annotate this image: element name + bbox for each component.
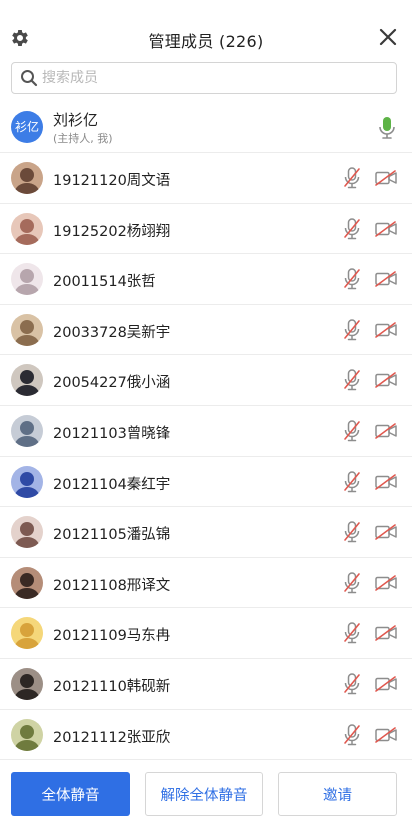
member-name: 20121112张亚欣 — [53, 729, 171, 746]
member-name: 20121104秦红宇 — [53, 476, 171, 493]
member-name: 19125202杨翊翔 — [53, 223, 171, 240]
camera-off-icon[interactable] — [375, 676, 397, 692]
member-row[interactable]: 20121112张亚欣 — [0, 710, 412, 761]
camera-off-icon[interactable] — [375, 423, 397, 439]
microphone-muted-icon[interactable] — [343, 723, 361, 746]
member-role: (主持人, 我) — [53, 132, 113, 145]
avatar — [11, 263, 43, 296]
microphone-muted-icon[interactable] — [343, 217, 361, 240]
member-row[interactable]: 20054227俄小涵 — [0, 355, 412, 406]
member-name: 刘衫亿 — [53, 111, 99, 129]
camera-off-icon[interactable] — [375, 170, 397, 186]
avatar — [11, 617, 43, 650]
camera-off-icon[interactable] — [375, 574, 397, 591]
avatar — [11, 364, 43, 397]
member-name: 20121105潘弘锦 — [53, 527, 171, 544]
microphone-muted-icon[interactable] — [343, 268, 361, 290]
search-icon — [21, 70, 38, 87]
microphone-on-icon[interactable] — [378, 116, 396, 140]
member-row[interactable]: 20121109马东冉 — [0, 608, 412, 659]
member-name: 20121103曾晓锋 — [53, 425, 171, 442]
avatar — [11, 718, 43, 751]
microphone-muted-icon[interactable] — [343, 167, 361, 189]
camera-off-icon[interactable] — [375, 321, 397, 338]
member-name: 20054227俄小涵 — [53, 375, 171, 392]
camera-off-icon[interactable] — [375, 473, 397, 490]
member-row[interactable]: 20011514张哲 — [0, 254, 412, 305]
member-row[interactable]: 19125202杨翊翔 — [0, 204, 412, 255]
microphone-muted-icon[interactable] — [343, 572, 361, 594]
member-row[interactable]: 20121105潘弘锦 — [0, 507, 412, 558]
member-row[interactable]: 19121120周文语 — [0, 153, 412, 204]
member-name: 19121120周文语 — [53, 173, 171, 189]
microphone-muted-icon[interactable] — [343, 420, 361, 442]
camera-off-icon[interactable] — [375, 625, 397, 642]
avatar — [11, 667, 43, 700]
camera-off-icon[interactable] — [375, 372, 397, 389]
search-bar[interactable] — [11, 62, 397, 94]
avatar — [11, 465, 43, 498]
footer-actions: 全体静音 解除全体静音 邀请 — [0, 766, 412, 829]
microphone-muted-icon[interactable] — [343, 319, 361, 341]
invite-button[interactable]: 邀请 — [278, 772, 397, 816]
avatar: 衫亿 — [11, 111, 43, 143]
member-row[interactable]: 20033728吴新宇 — [0, 305, 412, 356]
avatar — [11, 313, 43, 346]
camera-off-icon[interactable] — [375, 726, 397, 743]
microphone-muted-icon[interactable] — [343, 521, 361, 543]
microphone-muted-icon[interactable] — [343, 369, 361, 391]
member-name: 20121109马东冉 — [53, 628, 171, 645]
camera-off-icon[interactable] — [375, 271, 397, 287]
member-name: 20033728吴新宇 — [53, 324, 171, 341]
member-name: 20011514张哲 — [53, 274, 156, 291]
microphone-muted-icon[interactable] — [343, 470, 361, 493]
member-list: 19121120周文语 19125202杨翊翔 20011514张哲 20033… — [0, 153, 412, 761]
microphone-muted-icon[interactable] — [343, 622, 361, 644]
avatar — [11, 414, 43, 447]
search-input[interactable] — [42, 63, 382, 93]
header-bar: 管理成员 (226) — [0, 0, 412, 60]
member-row[interactable]: 20121103曾晓锋 — [0, 406, 412, 457]
member-row[interactable]: 20121108邢译文 — [0, 558, 412, 609]
page-title: 管理成员 (226) — [148, 32, 264, 51]
member-name: 20121108邢译文 — [53, 577, 171, 594]
mute-all-button[interactable]: 全体静音 — [11, 772, 130, 816]
microphone-muted-icon[interactable] — [343, 673, 361, 695]
host-row[interactable]: 衫亿 刘衫亿 (主持人, 我) — [0, 103, 412, 153]
close-icon[interactable] — [379, 28, 397, 46]
member-name: 20121110韩砚新 — [53, 678, 171, 695]
camera-off-icon[interactable] — [375, 220, 397, 237]
avatar — [11, 516, 43, 549]
member-row[interactable]: 20121104秦红宇 — [0, 457, 412, 508]
member-row[interactable]: 20121110韩砚新 — [0, 659, 412, 710]
avatar — [11, 212, 43, 245]
avatar — [11, 566, 43, 599]
camera-off-icon[interactable] — [375, 524, 397, 540]
avatar — [11, 162, 43, 194]
unmute-all-button[interactable]: 解除全体静音 — [145, 772, 263, 816]
